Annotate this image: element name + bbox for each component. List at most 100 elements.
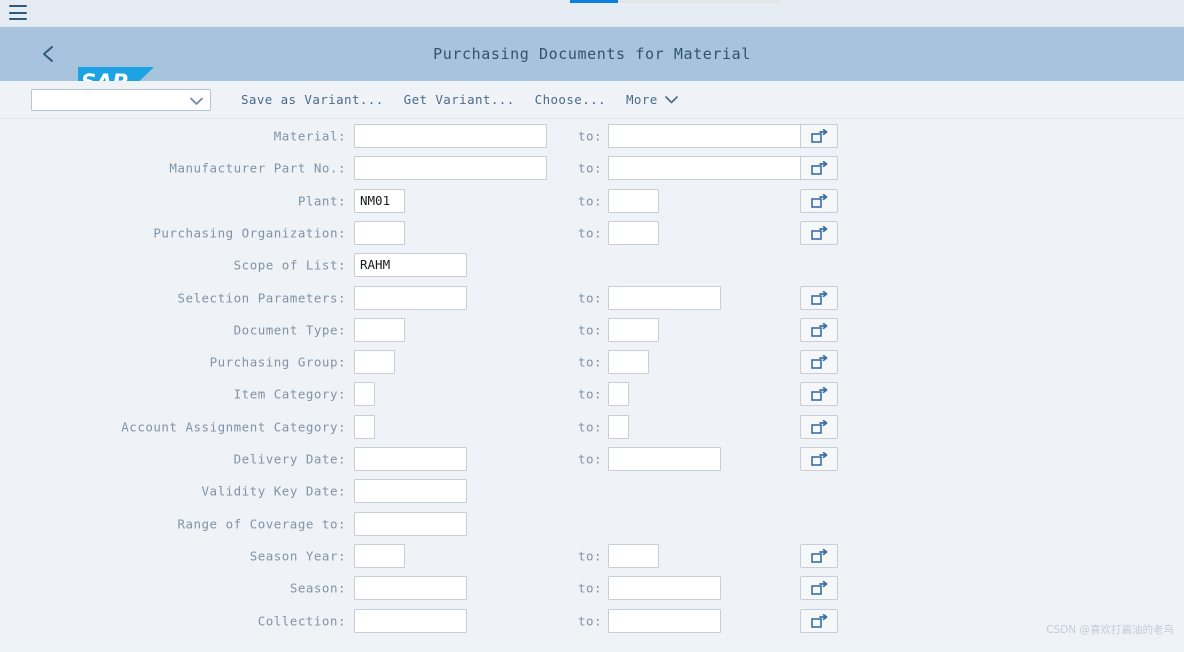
- field-to-plant[interactable]: [608, 189, 659, 213]
- hamburger-menu-icon[interactable]: [9, 5, 27, 20]
- field-to-material[interactable]: [608, 124, 801, 148]
- field-label-delivery-date: Delivery Date:: [234, 452, 346, 467]
- field-label-purchasing-organization: Purchasing Organization:: [153, 225, 346, 240]
- field-from-material[interactable]: [354, 124, 547, 148]
- field-from-selection-parameters[interactable]: [354, 286, 467, 310]
- field-label-item-category: Item Category:: [234, 387, 346, 402]
- multiple-selection-button-material[interactable]: [800, 124, 838, 148]
- variant-toolbar: Save as Variant... Get Variant... Choose…: [0, 81, 1184, 119]
- field-label-document-type: Document Type:: [234, 322, 346, 337]
- field-label-material: Material:: [274, 129, 346, 144]
- form-row: Account Assignment Category:to:: [0, 411, 1184, 443]
- multiple-selection-button-season[interactable]: [800, 576, 838, 600]
- save-as-variant-button[interactable]: Save as Variant...: [231, 88, 394, 111]
- form-row: Season Year:to:: [0, 540, 1184, 572]
- form-row: Manufacturer Part No.:to:: [0, 152, 1184, 184]
- field-from-range-of-coverage-to[interactable]: [354, 512, 467, 536]
- field-to-season-year[interactable]: [608, 544, 659, 568]
- multiple-selection-icon: [811, 549, 828, 563]
- multiple-selection-icon: [811, 291, 828, 305]
- to-label: to:: [578, 290, 602, 305]
- form-row: Purchasing Organization: to:: [0, 217, 1184, 249]
- chevron-down-icon: [665, 92, 678, 107]
- field-from-document-type[interactable]: [354, 318, 405, 342]
- field-to-purchasing-organization[interactable]: [608, 221, 659, 245]
- to-label: to:: [578, 355, 602, 370]
- form-row: Material: to:: [0, 120, 1184, 152]
- multiple-selection-icon: [811, 420, 828, 434]
- field-label-purchasing-group: Purchasing Group:: [210, 355, 346, 370]
- shell-bar: SAP Purchasing Documents for Material: [0, 27, 1184, 81]
- page-load-progress-fill: [570, 0, 618, 3]
- field-label-collection: Collection:: [258, 613, 346, 628]
- multiple-selection-button-account-assignment-category[interactable]: [800, 415, 838, 439]
- multiple-selection-button-delivery-date[interactable]: [800, 447, 838, 471]
- field-to-selection-parameters[interactable]: [608, 286, 721, 310]
- variant-select[interactable]: [31, 89, 211, 111]
- form-row: Range of Coverage to:: [0, 508, 1184, 540]
- field-to-delivery-date[interactable]: [608, 447, 721, 471]
- field-to-manufacturer-part-no[interactable]: [608, 156, 801, 180]
- more-button[interactable]: More: [616, 88, 688, 111]
- field-from-delivery-date[interactable]: [354, 447, 467, 471]
- field-from-season[interactable]: [354, 576, 467, 600]
- to-label: to:: [578, 161, 602, 176]
- field-from-scope-of-list[interactable]: RAHM: [354, 253, 467, 277]
- to-label: to:: [578, 613, 602, 628]
- form-row: Purchasing Group: to:: [0, 346, 1184, 378]
- form-row: Season:to:: [0, 572, 1184, 604]
- watermark: CSDN @喜欢打酱油的老鸟: [1046, 622, 1174, 637]
- multiple-selection-button-collection[interactable]: [800, 609, 838, 633]
- multiple-selection-button-selection-parameters[interactable]: [800, 286, 838, 310]
- form-row: Document Type: to:: [0, 314, 1184, 346]
- form-row: Collection: to:: [0, 605, 1184, 637]
- field-to-collection[interactable]: [608, 609, 721, 633]
- form-row: Selection Parameters: to:: [0, 282, 1184, 314]
- form-row: Delivery Date:to:: [0, 443, 1184, 475]
- multiple-selection-icon: [811, 129, 828, 143]
- chevron-down-icon: [190, 90, 203, 109]
- to-label: to:: [578, 129, 602, 144]
- field-label-scope-of-list: Scope of List:: [234, 258, 346, 273]
- field-from-purchasing-group[interactable]: [354, 350, 395, 374]
- hamburger-bar: [9, 5, 27, 7]
- multiple-selection-icon: [811, 226, 828, 240]
- field-from-collection[interactable]: [354, 609, 467, 633]
- field-label-plant: Plant:: [298, 193, 346, 208]
- form-row: Scope of List: RAHM: [0, 249, 1184, 281]
- field-from-season-year[interactable]: [354, 544, 405, 568]
- multiple-selection-button-purchasing-group[interactable]: [800, 350, 838, 374]
- field-to-purchasing-group[interactable]: [608, 350, 649, 374]
- form-row: Validity Key Date:: [0, 475, 1184, 507]
- multiple-selection-icon: [811, 581, 828, 595]
- multiple-selection-icon: [811, 161, 828, 175]
- multiple-selection-button-document-type[interactable]: [800, 318, 838, 342]
- multiple-selection-icon: [811, 323, 828, 337]
- to-label: to:: [578, 322, 602, 337]
- field-label-range-of-coverage-to: Range of Coverage to:: [177, 516, 346, 531]
- field-label-season: Season:: [290, 581, 346, 596]
- multiple-selection-button-purchasing-organization[interactable]: [800, 221, 838, 245]
- hamburger-bar: [9, 12, 27, 14]
- field-to-account-assignment-category[interactable]: [608, 415, 629, 439]
- field-from-validity-key-date[interactable]: [354, 479, 467, 503]
- multiple-selection-button-plant[interactable]: [800, 189, 838, 213]
- get-variant-button[interactable]: Get Variant...: [394, 88, 525, 111]
- field-from-plant[interactable]: NM01: [354, 189, 405, 213]
- field-to-item-category[interactable]: [608, 382, 629, 406]
- field-from-manufacturer-part-no[interactable]: [354, 156, 547, 180]
- field-label-selection-parameters: Selection Parameters:: [177, 290, 346, 305]
- to-label: to:: [578, 225, 602, 240]
- multiple-selection-button-item-category[interactable]: [800, 382, 838, 406]
- choose-button[interactable]: Choose...: [525, 88, 616, 111]
- more-button-label: More: [626, 92, 658, 107]
- to-label: to:: [578, 548, 602, 563]
- field-from-purchasing-organization[interactable]: [354, 221, 405, 245]
- field-to-document-type[interactable]: [608, 318, 659, 342]
- field-from-item-category[interactable]: [354, 382, 375, 406]
- multiple-selection-button-season-year[interactable]: [800, 544, 838, 568]
- browser-top-strip: [0, 0, 1184, 27]
- field-from-account-assignment-category[interactable]: [354, 415, 375, 439]
- field-to-season[interactable]: [608, 576, 721, 600]
- multiple-selection-button-manufacturer-part-no[interactable]: [800, 156, 838, 180]
